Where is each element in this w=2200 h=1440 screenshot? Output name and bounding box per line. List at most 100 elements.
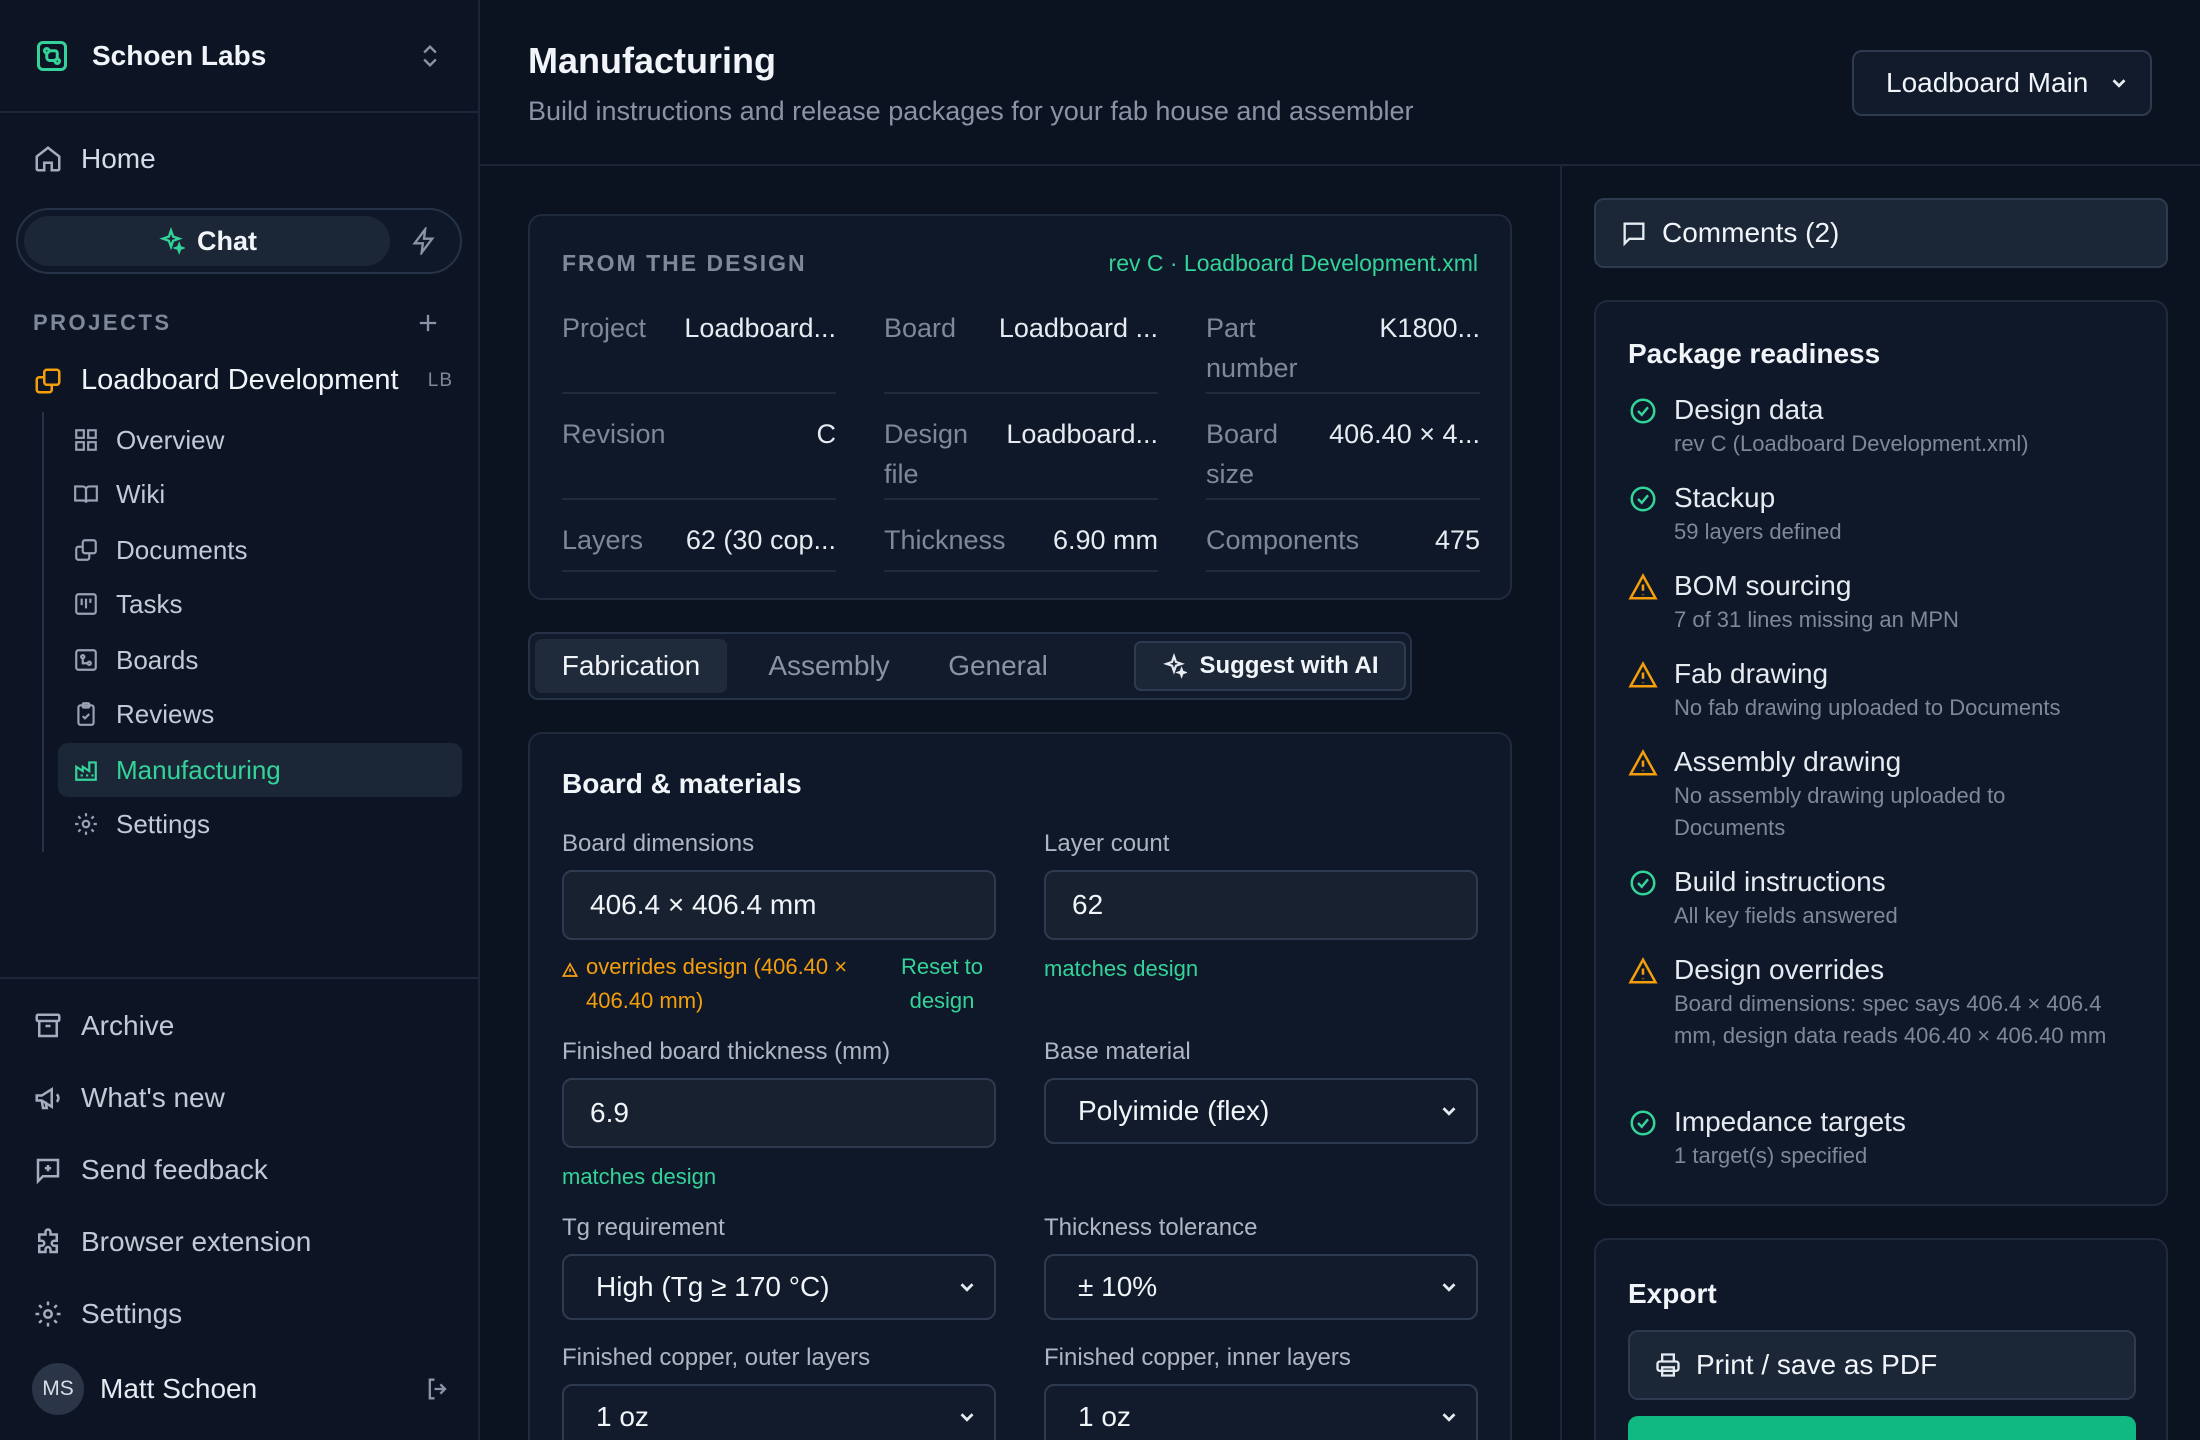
chevron-down-icon bbox=[1438, 1276, 1460, 1298]
design-field-layers: Layers 62 (30 cop... bbox=[562, 520, 836, 572]
board-dimensions-input[interactable]: 406.4 × 406.4 mm bbox=[562, 870, 996, 940]
circuit-logo-icon bbox=[34, 38, 70, 74]
overview-icon bbox=[73, 427, 99, 453]
field-key: Design file bbox=[884, 419, 969, 489]
base-material-select[interactable]: Polyimide (flex) bbox=[1044, 1078, 1478, 1144]
package-readiness-card: Package readiness Design data rev C (Load… bbox=[1594, 300, 2168, 1206]
copper-outer-select[interactable]: 1 oz bbox=[562, 1384, 996, 1440]
book-icon bbox=[73, 481, 99, 507]
chevron-down-icon bbox=[956, 1406, 978, 1428]
sidebar-item-label: Overview bbox=[116, 424, 225, 455]
sparkles-icon bbox=[1161, 653, 1188, 679]
check-circle-icon bbox=[1628, 1108, 1658, 1138]
readiness-item-desc: No fab drawing uploaded to Documents bbox=[1674, 695, 2061, 720]
readiness-item-title: Stackup bbox=[1674, 482, 1776, 513]
org-switcher[interactable]: Schoen Labs bbox=[0, 0, 478, 113]
puzzle-icon bbox=[33, 1227, 63, 1257]
field-key: Project bbox=[562, 313, 647, 343]
nav-settings[interactable]: Settings bbox=[33, 1298, 182, 1330]
nav-archive[interactable]: Archive bbox=[33, 1010, 174, 1042]
board-dimensions-label: Board dimensions bbox=[562, 830, 755, 857]
comments-label: Comments (2) bbox=[1662, 217, 1840, 248]
tg-select[interactable]: High (Tg ≥ 170 °C) bbox=[562, 1254, 996, 1320]
nav-send-feedback[interactable]: Send feedback bbox=[33, 1154, 268, 1186]
tab-general[interactable]: General bbox=[922, 639, 1074, 693]
sidebar-item-overview[interactable]: Overview bbox=[58, 413, 462, 467]
nav-home[interactable]: Home bbox=[33, 143, 156, 175]
layer-count-hint: matches design bbox=[1044, 956, 1199, 981]
copper-inner-value: 1 oz bbox=[1078, 1401, 1131, 1432]
page-header: Manufacturing Build instructions and rel… bbox=[480, 0, 2200, 166]
avatar[interactable]: MS bbox=[32, 1363, 84, 1415]
page-title: Manufacturing bbox=[528, 40, 776, 81]
warning-triangle-icon bbox=[1628, 956, 1658, 986]
sidebar-item-tasks[interactable]: Tasks bbox=[58, 577, 462, 631]
design-revision-link[interactable]: rev C · Loadboard Development.xml bbox=[1109, 250, 1478, 277]
chat-button[interactable]: Chat bbox=[24, 216, 390, 266]
project-item[interactable]: Loadboard Development LB bbox=[33, 364, 453, 397]
add-project-plus-icon[interactable] bbox=[414, 309, 442, 337]
nav-browser-extension[interactable]: Browser extension bbox=[33, 1226, 311, 1258]
sidebar-item-settings[interactable]: Settings bbox=[58, 797, 462, 851]
chat-bar: Chat bbox=[16, 208, 462, 274]
archive-icon bbox=[33, 1011, 63, 1041]
primary-export-button[interactable] bbox=[1628, 1416, 2136, 1440]
bolt-icon[interactable] bbox=[410, 227, 438, 255]
readiness-item: Build instructions All key fields answere… bbox=[1628, 864, 2148, 932]
sidebar-item-manufacturing[interactable]: Manufacturing bbox=[58, 743, 462, 797]
comments-button[interactable]: Comments (2) bbox=[1594, 198, 2168, 268]
field-key: Part number bbox=[1206, 313, 1298, 383]
copper-outer-label: Finished copper, outer layers bbox=[562, 1344, 871, 1371]
readiness-item-title: Impedance targets bbox=[1674, 1106, 1906, 1137]
printer-icon bbox=[1654, 1351, 1682, 1379]
tab-fabrication[interactable]: Fabrication bbox=[535, 639, 727, 693]
sidebar-item-label: Tasks bbox=[116, 588, 183, 619]
field-value: 62 (30 cop... bbox=[685, 525, 836, 555]
field-value: 6.90 mm bbox=[1052, 525, 1158, 555]
print-pdf-button[interactable]: Print / save as PDF bbox=[1628, 1330, 2136, 1400]
readiness-item-desc: rev C (Loadboard Development.xml) bbox=[1674, 431, 2029, 456]
field-key: Board bbox=[884, 313, 957, 343]
sidebar-item-reviews[interactable]: Reviews bbox=[58, 687, 462, 741]
reset-to-design-link[interactable]: Reset to design bbox=[882, 950, 1002, 1018]
design-field-thickness: Thickness 6.90 mm bbox=[884, 520, 1158, 572]
nav-whats-new[interactable]: What's new bbox=[33, 1082, 225, 1114]
layer-count-input[interactable]: 62 bbox=[1044, 870, 1478, 940]
thickness-tolerance-select[interactable]: ± 10% bbox=[1044, 1254, 1478, 1320]
override-warning: overrides design (406.40 × 406.40 mm) bbox=[562, 950, 862, 1018]
gear-icon bbox=[73, 811, 99, 837]
sidebar-item-boards[interactable]: Boards bbox=[58, 633, 462, 687]
check-circle-icon bbox=[1628, 396, 1658, 426]
sidebar-item-label: Manufacturing bbox=[116, 754, 281, 785]
chevrons-up-down-icon[interactable] bbox=[416, 42, 444, 70]
org-name: Schoen Labs bbox=[92, 39, 267, 71]
design-field-design-file: Design file Loadboard... bbox=[884, 414, 1158, 500]
section-title: Board & materials bbox=[562, 768, 802, 799]
copper-inner-select[interactable]: 1 oz bbox=[1044, 1384, 1478, 1440]
suggest-with-ai-button[interactable]: Suggest with AI bbox=[1134, 641, 1406, 691]
tree-line bbox=[42, 412, 44, 852]
warning-triangle-icon bbox=[1628, 660, 1658, 690]
thickness-input[interactable]: 6.9 bbox=[562, 1078, 996, 1148]
override-warning-text: overrides design (406.40 × 406.40 mm) bbox=[586, 954, 848, 1013]
suggest-label: Suggest with AI bbox=[1199, 652, 1379, 679]
tg-value: High (Tg ≥ 170 °C) bbox=[596, 1271, 830, 1302]
sidebar-item-documents[interactable]: Documents bbox=[58, 523, 462, 577]
tab-assembly[interactable]: Assembly bbox=[744, 639, 914, 693]
readiness-item-title: Design data bbox=[1674, 394, 1824, 425]
design-summary-card: FROM THE DESIGN rev C · Loadboard Develo… bbox=[528, 214, 1512, 600]
design-field-board: Board Loadboard ... bbox=[884, 308, 1158, 394]
clipboard-check-icon bbox=[73, 701, 99, 727]
logout-icon[interactable] bbox=[424, 1375, 452, 1403]
board-select[interactable]: Loadboard Main bbox=[1852, 50, 2152, 116]
board-select-value: Loadboard Main bbox=[1886, 67, 2089, 98]
sidebar: Schoen Labs Home Chat PROJECTS Loadboard… bbox=[0, 0, 480, 1440]
design-heading: FROM THE DESIGN bbox=[562, 250, 807, 276]
readiness-item-desc: 1 target(s) specified bbox=[1674, 1143, 1868, 1168]
warning-triangle-icon bbox=[562, 962, 578, 978]
board-icon bbox=[73, 647, 99, 673]
sidebar-item-wiki[interactable]: Wiki bbox=[58, 467, 462, 521]
field-value: Loadboard... bbox=[1006, 419, 1158, 449]
readiness-item-title: BOM sourcing bbox=[1674, 570, 1852, 601]
sidebar-divider bbox=[0, 977, 478, 979]
